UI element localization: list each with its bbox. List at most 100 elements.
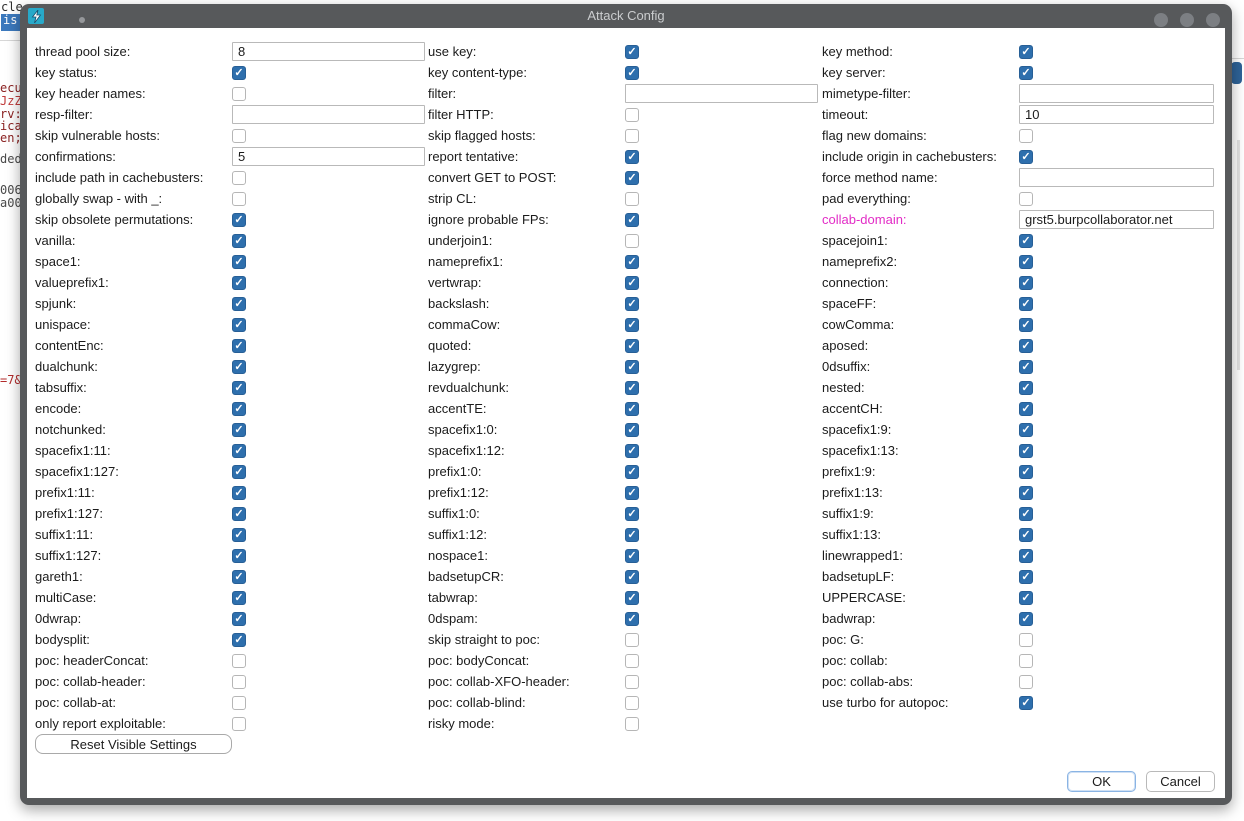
field-filter-http-checkbox[interactable] (625, 108, 639, 122)
field-0dspam-checkbox[interactable]: ✓ (625, 612, 639, 626)
field-thread-pool-size-input[interactable] (232, 42, 425, 61)
field-include-origin-in-cachebusters-checkbox[interactable]: ✓ (1019, 150, 1033, 164)
field-globally-swap-with-checkbox[interactable] (232, 192, 246, 206)
field-suffix1-11-checkbox[interactable]: ✓ (232, 528, 246, 542)
field-poc-bodyconcat-checkbox[interactable] (625, 654, 639, 668)
field-badsetupcr-checkbox[interactable]: ✓ (625, 570, 639, 584)
field-poc-collab-abs-checkbox[interactable] (1019, 675, 1033, 689)
field-cowcomma-checkbox[interactable]: ✓ (1019, 318, 1033, 332)
field-nested-checkbox[interactable]: ✓ (1019, 381, 1033, 395)
field-contentenc-checkbox[interactable]: ✓ (232, 339, 246, 353)
field-nospace1-checkbox[interactable]: ✓ (625, 549, 639, 563)
field-prefix1-9-checkbox[interactable]: ✓ (1019, 465, 1033, 479)
field-key-method-checkbox[interactable]: ✓ (1019, 45, 1033, 59)
field-aposed-checkbox[interactable]: ✓ (1019, 339, 1033, 353)
field-key-content-type-checkbox[interactable]: ✓ (625, 66, 639, 80)
field-revdualchunk-checkbox[interactable]: ✓ (625, 381, 639, 395)
field-skip-obsolete-permutations-checkbox[interactable]: ✓ (232, 213, 246, 227)
field-spacefix1-0-checkbox[interactable]: ✓ (625, 423, 639, 437)
field-quoted-checkbox[interactable]: ✓ (625, 339, 639, 353)
field-accentch-checkbox[interactable]: ✓ (1019, 402, 1033, 416)
field-poc-collab-checkbox[interactable] (1019, 654, 1033, 668)
field-report-tentative-checkbox[interactable]: ✓ (625, 150, 639, 164)
field-linewrapped1-checkbox[interactable]: ✓ (1019, 549, 1033, 563)
field-spacefix1-13-checkbox[interactable]: ✓ (1019, 444, 1033, 458)
field-mimetype-filter-input[interactable] (1019, 84, 1214, 103)
field-only-report-exploitable-checkbox[interactable] (232, 717, 246, 731)
field-flag-new-domains-checkbox[interactable] (1019, 129, 1033, 143)
field-suffix1-127-checkbox[interactable]: ✓ (232, 549, 246, 563)
field-tabsuffix-checkbox[interactable]: ✓ (232, 381, 246, 395)
field-confirmations-input[interactable] (232, 147, 425, 166)
field-prefix1-13-checkbox[interactable]: ✓ (1019, 486, 1033, 500)
field-include-path-in-cachebusters-checkbox[interactable] (232, 171, 246, 185)
field-prefix1-0-checkbox[interactable]: ✓ (625, 465, 639, 479)
field-notchunked-checkbox[interactable]: ✓ (232, 423, 246, 437)
field-commacow-checkbox[interactable]: ✓ (625, 318, 639, 332)
window-button-2[interactable] (1180, 13, 1194, 27)
field-accentte-checkbox[interactable]: ✓ (625, 402, 639, 416)
dialog-titlebar[interactable]: Attack Config (20, 4, 1232, 28)
field-backslash-checkbox[interactable]: ✓ (625, 297, 639, 311)
field-poc-collab-xfo-header-checkbox[interactable] (625, 675, 639, 689)
field-timeout-input[interactable] (1019, 105, 1214, 124)
field-dualchunk-checkbox[interactable]: ✓ (232, 360, 246, 374)
window-button-3[interactable] (1206, 13, 1220, 27)
field-filter-input[interactable] (625, 84, 818, 103)
field-spacefix1-11-checkbox[interactable]: ✓ (232, 444, 246, 458)
field-suffix1-9-checkbox[interactable]: ✓ (1019, 507, 1033, 521)
field-multicase-checkbox[interactable]: ✓ (232, 591, 246, 605)
field-risky-mode-checkbox[interactable] (625, 717, 639, 731)
field-prefix1-12-checkbox[interactable]: ✓ (625, 486, 639, 500)
field-convert-get-to-post-checkbox[interactable]: ✓ (625, 171, 639, 185)
field-skip-vulnerable-hosts-checkbox[interactable] (232, 129, 246, 143)
field-badsetuplf-checkbox[interactable]: ✓ (1019, 570, 1033, 584)
field-bodysplit-checkbox[interactable]: ✓ (232, 633, 246, 647)
ok-button[interactable]: OK (1067, 771, 1136, 792)
field-nameprefix1-checkbox[interactable]: ✓ (625, 255, 639, 269)
field-badwrap-checkbox[interactable]: ✓ (1019, 612, 1033, 626)
field-spjunk-checkbox[interactable]: ✓ (232, 297, 246, 311)
field-vertwrap-checkbox[interactable]: ✓ (625, 276, 639, 290)
field-suffix1-12-checkbox[interactable]: ✓ (625, 528, 639, 542)
field-collab-domain-input[interactable] (1019, 210, 1214, 229)
field-0dwrap-checkbox[interactable]: ✓ (232, 612, 246, 626)
field-connection-checkbox[interactable]: ✓ (1019, 276, 1033, 290)
field-underjoin1-checkbox[interactable] (625, 234, 639, 248)
field-nameprefix2-checkbox[interactable]: ✓ (1019, 255, 1033, 269)
field-encode-checkbox[interactable]: ✓ (232, 402, 246, 416)
field-prefix1-127-checkbox[interactable]: ✓ (232, 507, 246, 521)
field-ignore-probable-fps-checkbox[interactable]: ✓ (625, 213, 639, 227)
field-resp-filter-input[interactable] (232, 105, 425, 124)
field-uppercase-checkbox[interactable]: ✓ (1019, 591, 1033, 605)
field-space1-checkbox[interactable]: ✓ (232, 255, 246, 269)
field-spacefix1-127-checkbox[interactable]: ✓ (232, 465, 246, 479)
field-use-key-checkbox[interactable]: ✓ (625, 45, 639, 59)
field-lazygrep-checkbox[interactable]: ✓ (625, 360, 639, 374)
window-button-1[interactable] (1154, 13, 1168, 27)
field-key-server-checkbox[interactable]: ✓ (1019, 66, 1033, 80)
field-poc-headerconcat-checkbox[interactable] (232, 654, 246, 668)
field-key-status-checkbox[interactable]: ✓ (232, 66, 246, 80)
field-poc-collab-header-checkbox[interactable] (232, 675, 246, 689)
cancel-button[interactable]: Cancel (1146, 771, 1215, 792)
field-poc-collab-at-checkbox[interactable] (232, 696, 246, 710)
field-skip-straight-to-poc-checkbox[interactable] (625, 633, 639, 647)
field-valueprefix1-checkbox[interactable]: ✓ (232, 276, 246, 290)
field-gareth1-checkbox[interactable]: ✓ (232, 570, 246, 584)
field-skip-flagged-hosts-checkbox[interactable] (625, 129, 639, 143)
field-suffix1-13-checkbox[interactable]: ✓ (1019, 528, 1033, 542)
field-tabwrap-checkbox[interactable]: ✓ (625, 591, 639, 605)
field-spaceff-checkbox[interactable]: ✓ (1019, 297, 1033, 311)
field-spacejoin1-checkbox[interactable]: ✓ (1019, 234, 1033, 248)
field-vanilla-checkbox[interactable]: ✓ (232, 234, 246, 248)
field-poc-g-checkbox[interactable] (1019, 633, 1033, 647)
field-key-header-names-checkbox[interactable] (232, 87, 246, 101)
field-suffix1-0-checkbox[interactable]: ✓ (625, 507, 639, 521)
field-0dsuffix-checkbox[interactable]: ✓ (1019, 360, 1033, 374)
field-force-method-name-input[interactable] (1019, 168, 1214, 187)
field-use-turbo-for-autopoc-checkbox[interactable]: ✓ (1019, 696, 1033, 710)
field-prefix1-11-checkbox[interactable]: ✓ (232, 486, 246, 500)
field-spacefix1-12-checkbox[interactable]: ✓ (625, 444, 639, 458)
field-pad-everything-checkbox[interactable] (1019, 192, 1033, 206)
